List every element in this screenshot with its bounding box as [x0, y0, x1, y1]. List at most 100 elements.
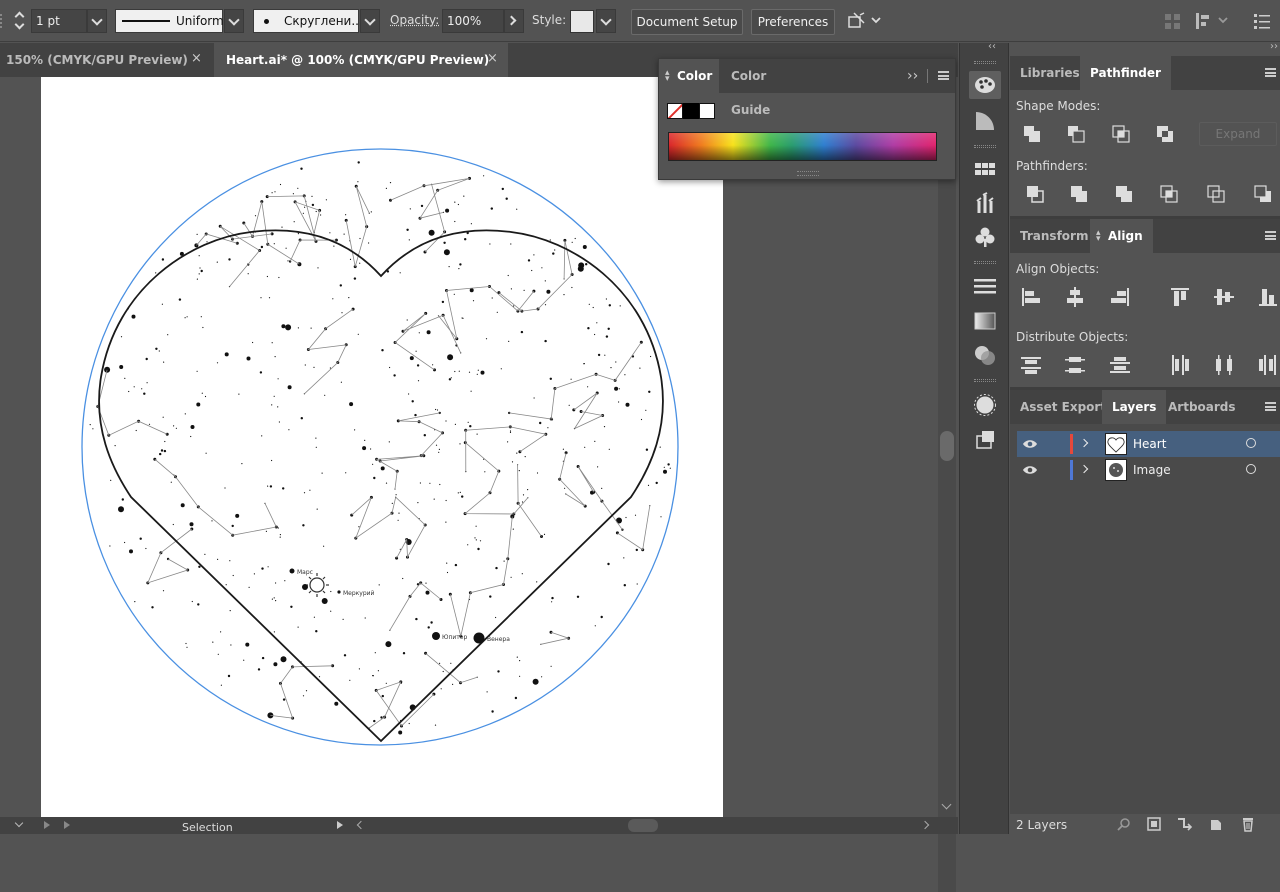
expand-panel-icon[interactable]: ›› [907, 68, 918, 84]
graphic-styles-icon[interactable] [969, 426, 1001, 454]
dock-grip[interactable] [974, 379, 996, 382]
tab-asset-export[interactable]: Asset Export [1010, 390, 1116, 424]
target-icon[interactable] [1246, 438, 1256, 448]
hscroll-right-icon[interactable] [920, 820, 930, 830]
artwork[interactable]: Марс Меркурий Юпитер Венера [41, 77, 723, 817]
vertical-scrollbar[interactable] [938, 177, 956, 892]
tab-pathfinder[interactable]: Pathfinder [1080, 56, 1171, 90]
opacity-arrow-button[interactable] [504, 9, 524, 33]
document-tab-1[interactable]: 150% (CMYK/GPU Preview) [0, 43, 212, 77]
document-tab-heart[interactable]: Heart.ai* @ 100% (CMYK/GPU Preview) [214, 43, 508, 77]
align-left-icon[interactable] [1020, 286, 1042, 308]
gradient-icon[interactable] [969, 307, 1001, 335]
tab-transform[interactable]: Transform [1010, 219, 1098, 253]
panel-menu-icon[interactable] [1265, 68, 1276, 77]
stroke-stepper[interactable] [12, 9, 30, 33]
merge-icon[interactable] [1113, 183, 1135, 205]
eye-icon[interactable] [1022, 438, 1038, 450]
expand-layer-icon[interactable] [1079, 464, 1089, 474]
collapse-dock-icon[interactable]: ‹‹ [1270, 41, 1278, 52]
preferences-button[interactable]: Preferences [751, 9, 835, 35]
create-sublayer-icon[interactable] [1176, 817, 1194, 831]
align-right-icon[interactable] [1109, 286, 1131, 308]
stroke-weight-field[interactable]: 1 pt [31, 9, 87, 33]
distribute-left-icon[interactable] [1169, 354, 1191, 376]
intersect-icon[interactable] [1110, 123, 1132, 145]
panel-menu-icon[interactable] [1265, 231, 1276, 240]
tab-artboards[interactable]: Artboards [1158, 390, 1246, 424]
trim-icon[interactable] [1068, 183, 1090, 205]
divide-icon[interactable] [1024, 183, 1046, 205]
unite-icon[interactable] [1021, 123, 1043, 145]
distribute-center-v-icon[interactable] [1064, 354, 1086, 376]
heart-path[interactable] [98, 229, 664, 743]
chevron-down-icon[interactable] [14, 818, 24, 828]
style-dropdown[interactable] [596, 9, 616, 33]
distribute-center-h-icon[interactable] [1213, 354, 1235, 376]
layer-row-image[interactable]: Image [1017, 457, 1280, 483]
properties-menu-icon[interactable] [1253, 12, 1271, 30]
make-clipping-mask-icon[interactable] [1146, 817, 1162, 831]
minus-front-icon[interactable] [1065, 123, 1087, 145]
distribute-bottom-icon[interactable] [1109, 354, 1131, 376]
align-center-h-icon[interactable] [1064, 286, 1086, 308]
minus-back-icon[interactable] [1252, 183, 1274, 205]
star-map-circle[interactable] [81, 148, 679, 746]
dock-grip[interactable] [974, 145, 996, 148]
graphic-style-swatch[interactable] [570, 10, 594, 33]
document-setup-button[interactable]: Document Setup [631, 9, 743, 35]
swatches-icon[interactable] [969, 155, 1001, 183]
arrange-documents-icon[interactable] [1163, 12, 1183, 32]
dock-grip[interactable] [974, 61, 996, 64]
eye-icon[interactable] [1022, 464, 1038, 476]
resize-grip[interactable] [797, 171, 819, 176]
horizontal-scroll-thumb[interactable] [628, 819, 658, 832]
canvas-area[interactable]: Марс Меркурий Юпитер Венера [0, 77, 958, 892]
isolate-object-icon[interactable] [846, 11, 886, 31]
close-icon[interactable]: × [191, 51, 202, 66]
panel-menu-icon[interactable] [938, 71, 949, 80]
scroll-thumb[interactable] [940, 431, 954, 461]
tab-color-guide[interactable]: Color Guide [721, 59, 809, 117]
tab-libraries[interactable]: Libraries [1010, 56, 1090, 90]
dock-grip[interactable] [974, 261, 996, 264]
symbols-icon[interactable] [969, 223, 1001, 251]
distribute-right-icon[interactable] [1257, 354, 1279, 376]
play-icon[interactable] [44, 821, 50, 829]
brush-select[interactable]: Скруглени... [253, 9, 363, 33]
collapse-panels-icon[interactable]: ‹‹ [988, 41, 996, 52]
align-top-icon[interactable] [1169, 286, 1191, 308]
opacity-field[interactable]: 100% [442, 9, 504, 33]
close-icon[interactable]: × [487, 51, 498, 66]
appearance-icon[interactable] [969, 391, 1001, 419]
last-artboard-icon[interactable] [64, 821, 70, 829]
exclude-icon[interactable] [1154, 123, 1176, 145]
transparency-icon[interactable] [969, 341, 1001, 369]
align-to-icon[interactable] [1194, 11, 1234, 31]
white-swatch[interactable] [699, 103, 715, 119]
layer-row-heart[interactable]: Heart [1017, 431, 1280, 457]
color-spectrum[interactable] [668, 132, 937, 161]
trash-icon[interactable] [1240, 816, 1256, 832]
locate-object-icon[interactable] [1116, 817, 1132, 831]
target-icon[interactable] [1246, 464, 1256, 474]
stroke-profile-dropdown[interactable] [224, 9, 244, 33]
stroke-icon[interactable] [969, 272, 1001, 300]
layer-name[interactable]: Heart [1133, 437, 1166, 451]
outline-icon[interactable] [1205, 183, 1227, 205]
new-layer-icon[interactable] [1208, 817, 1224, 831]
crop-icon[interactable] [1158, 183, 1180, 205]
layer-name[interactable]: Image [1133, 463, 1171, 477]
hscroll-left-icon[interactable] [356, 820, 366, 830]
distribute-top-icon[interactable] [1020, 354, 1042, 376]
color-guide-icon[interactable] [969, 107, 1001, 135]
artboard[interactable]: Марс Меркурий Юпитер Венера [41, 77, 723, 817]
expand-layer-icon[interactable] [1079, 438, 1089, 448]
brushes-icon[interactable] [969, 189, 1001, 217]
tab-layers[interactable]: Layers [1102, 390, 1167, 424]
stroke-weight-dropdown[interactable] [87, 9, 107, 33]
stepper-down-icon[interactable] [14, 19, 25, 30]
brush-dropdown[interactable] [360, 9, 380, 33]
black-swatch[interactable] [683, 103, 699, 119]
align-center-v-icon[interactable] [1213, 286, 1235, 308]
